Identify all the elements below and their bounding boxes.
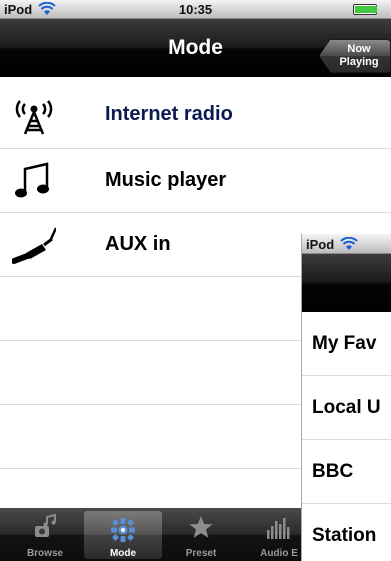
aux-cable-icon	[12, 227, 56, 264]
status-time: 10:35	[178, 2, 213, 17]
mode-item-internet-radio[interactable]: Internet radio	[0, 83, 391, 149]
music-note-icon	[15, 162, 49, 198]
status-bar: iPod	[302, 234, 391, 254]
list-item-label: My Fav	[312, 333, 377, 354]
now-playing-button[interactable]: Now Playing	[319, 39, 391, 73]
station-list-item[interactable]: Station	[302, 504, 391, 561]
now-playing-label-line2: Playing	[339, 56, 379, 68]
browse-icon	[35, 514, 56, 537]
star-icon	[189, 516, 213, 538]
radio-tower-icon	[15, 100, 53, 135]
battery-icon	[353, 4, 377, 15]
wifi-icon	[340, 237, 358, 250]
list-item-label: BBC	[312, 461, 354, 482]
station-list-item[interactable]: BBC	[302, 440, 391, 504]
mode-item-label: Music player	[105, 169, 227, 191]
mode-item-music-player[interactable]: Music player	[0, 149, 391, 213]
tab-preset[interactable]: Preset	[162, 508, 240, 561]
list-item-label: Station	[312, 525, 377, 546]
overlapping-screen: iPod My Fav Local U BBC Station	[301, 234, 391, 561]
equalizer-icon	[267, 518, 290, 539]
mode-icon	[111, 518, 135, 542]
mode-item-label: AUX in	[105, 233, 171, 255]
status-bar: iPod 10:35	[0, 0, 391, 19]
navigation-bar	[302, 254, 391, 312]
station-list-item[interactable]: My Fav	[302, 312, 391, 376]
carrier-label: iPod	[306, 237, 335, 252]
tab-mode[interactable]: Mode	[84, 511, 162, 559]
tab-label: Preset	[185, 548, 217, 559]
tab-label: Browse	[26, 548, 64, 559]
tab-browse[interactable]: Browse	[6, 508, 84, 561]
navigation-bar: Mode Now Playing	[0, 19, 391, 77]
tab-label: Mode	[109, 548, 137, 559]
list-item-label: Local U	[312, 397, 381, 418]
mode-item-label: Internet radio	[105, 103, 233, 125]
now-playing-label-line1: Now	[347, 43, 371, 55]
station-list-item[interactable]: Local U	[302, 376, 391, 440]
